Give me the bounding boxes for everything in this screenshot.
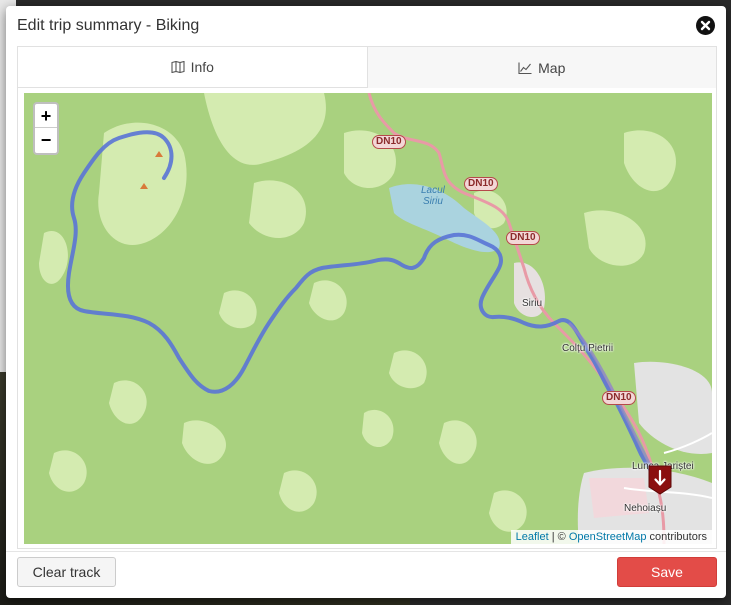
map-attribution: Leaflet | © OpenStreetMap contributors [510, 530, 712, 544]
tab-info-label: Info [190, 59, 214, 75]
road-shield: DN10 [372, 135, 406, 149]
place-label-siriu: Siriu [522, 298, 543, 309]
tab-info[interactable]: Info [18, 47, 368, 88]
modal-title: Edit trip summary - Biking [17, 17, 200, 34]
clear-track-button[interactable]: Clear track [17, 557, 116, 587]
chart-line-icon [518, 62, 532, 74]
map-panel: Lacul Siriu Siriu Colțu Pietrii Lunca Ja… [17, 88, 717, 549]
attribution-suffix: contributors [646, 531, 707, 543]
edit-trip-modal: Edit trip summary - Biking Info Map Lacu… [6, 6, 726, 598]
lake-label: Lacul Siriu [421, 185, 445, 207]
lake-label-text: Lacul Siriu [421, 185, 445, 207]
tab-map-label: Map [538, 59, 566, 76]
map-view[interactable]: Lacul Siriu Siriu Colțu Pietrii Lunca Ja… [24, 93, 712, 544]
tab-bar: Info Map [17, 46, 717, 88]
place-label-nehoiasu: Nehoiașu [624, 503, 667, 514]
place-label-coltu-pietrii: Colțu Pietrii [562, 343, 614, 354]
attribution-separator: | © [548, 531, 569, 543]
zoom-out-button[interactable]: − [35, 128, 57, 152]
osm-link[interactable]: OpenStreetMap [569, 531, 647, 543]
tab-map[interactable]: Map [367, 47, 716, 88]
close-icon[interactable] [696, 16, 715, 35]
leaflet-link[interactable]: Leaflet [516, 531, 549, 543]
road-shield: DN10 [506, 231, 540, 245]
zoom-control: + − [33, 102, 59, 155]
map-tiles [39, 93, 712, 544]
modal-footer: Clear track Save [6, 551, 726, 598]
end-marker-icon[interactable] [648, 465, 672, 495]
map-book-icon [171, 61, 185, 73]
modal-header: Edit trip summary - Biking [6, 6, 726, 46]
road-shield: DN10 [602, 391, 636, 405]
save-button[interactable]: Save [617, 557, 717, 587]
road-shield: DN10 [464, 177, 498, 191]
zoom-in-button[interactable]: + [35, 104, 57, 128]
